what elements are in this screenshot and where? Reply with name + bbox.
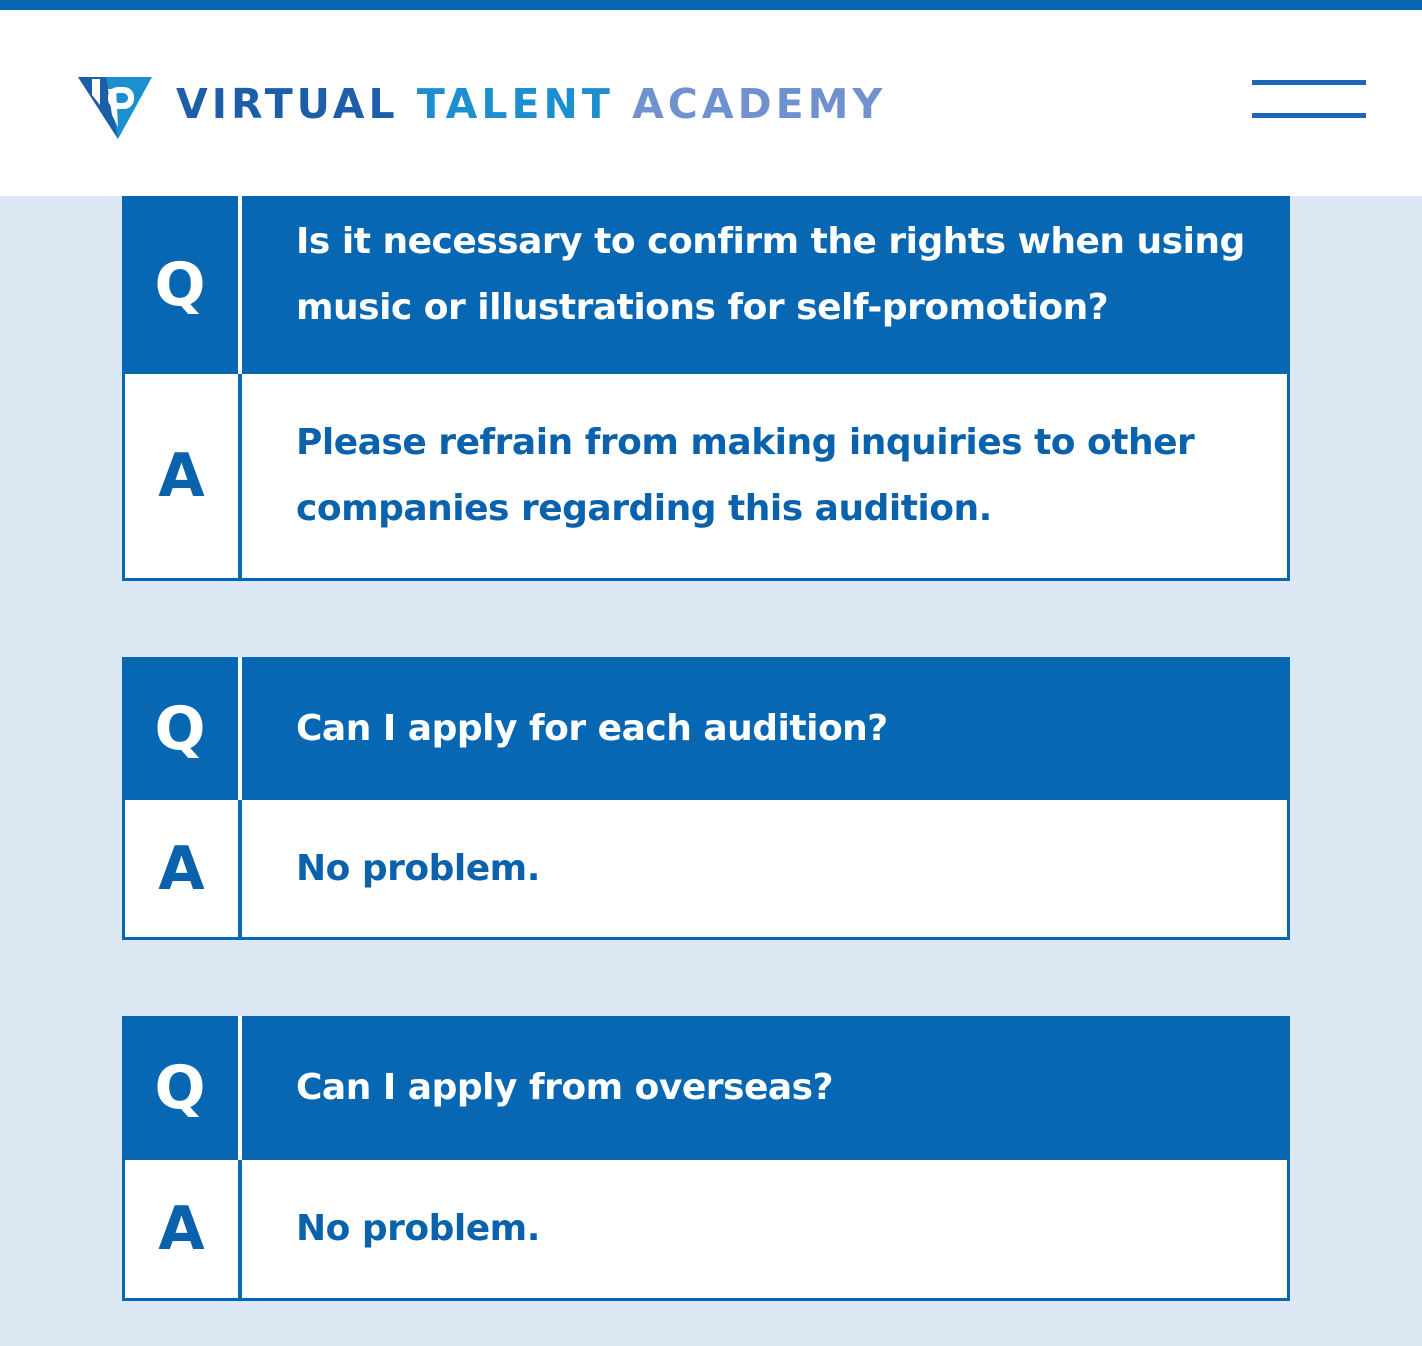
answer-mark-label: A	[125, 800, 242, 937]
brand-word-virtual: VIRTUAL	[176, 79, 399, 128]
faq-item: Q Is it necessary to confirm the rights …	[122, 196, 1290, 581]
faq-item: Q Can I apply for each audition? A No pr…	[122, 657, 1290, 940]
faq-answer-text: No problem.	[296, 847, 540, 889]
hamburger-menu-icon[interactable]	[1252, 80, 1366, 122]
answer-mark-label: A	[125, 374, 242, 578]
menu-line	[1252, 113, 1366, 118]
faq-answer-row: A No problem.	[122, 800, 1290, 940]
faq-answer-row: A No problem.	[122, 1160, 1290, 1301]
brand-word-talent: TALENT	[416, 79, 614, 128]
faq-question-text: Is it necessary to confirm the rights wh…	[296, 221, 1245, 328]
faq-item: Q Can I apply from overseas? A No proble…	[122, 1016, 1290, 1301]
brand-word-academy: ACADEMY	[632, 79, 887, 128]
brand-logo[interactable]: VIRTUAL TALENT ACADEMY	[76, 64, 886, 144]
menu-line	[1252, 80, 1366, 85]
faq-answer-text: Please refrain from making inquiries to …	[296, 422, 1195, 529]
question-mark-label: Q	[122, 196, 242, 374]
question-mark-label: Q	[122, 657, 242, 800]
faq-question-text: Can I apply from overseas?	[296, 1067, 833, 1108]
top-accent-bar	[0, 0, 1422, 10]
faq-question-row[interactable]: Q Can I apply from overseas?	[122, 1016, 1290, 1160]
question-mark-label: Q	[122, 1016, 242, 1160]
faq-question-row[interactable]: Q Is it necessary to confirm the rights …	[122, 196, 1290, 374]
vta-triangle-logo-icon	[78, 77, 152, 139]
faq-question-text: Can I apply for each audition?	[296, 707, 888, 749]
site-header: VIRTUAL TALENT ACADEMY	[0, 10, 1422, 196]
answer-mark-label: A	[125, 1160, 242, 1298]
faq-question-row[interactable]: Q Can I apply for each audition?	[122, 657, 1290, 800]
brand-name: VIRTUAL TALENT ACADEMY	[176, 83, 886, 125]
faq-answer-text: No problem.	[296, 1208, 540, 1249]
faq-answer-row: A Please refrain from making inquiries t…	[122, 374, 1290, 581]
